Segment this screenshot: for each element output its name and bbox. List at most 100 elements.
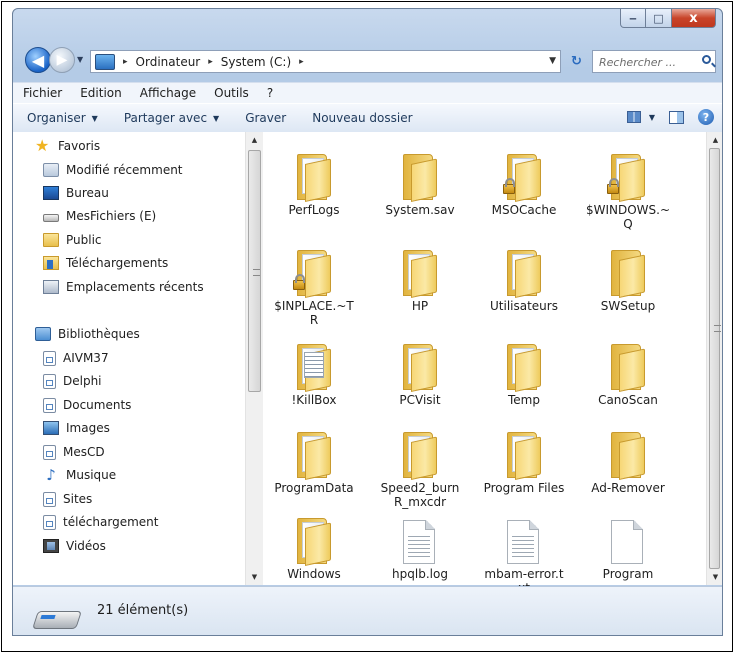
nav-item-library[interactable]: Delphi [43,371,102,391]
drive-icon [43,214,59,222]
library-icon [43,491,56,507]
folder-item[interactable]: $WINDOWS.~Q [585,150,671,234]
item-label: Program [602,567,654,581]
back-button[interactable]: ◀ [25,47,51,73]
change-view-icon[interactable] [626,111,641,123]
nav-libraries-header[interactable]: Bibliothèques [35,324,140,344]
document-sheet [507,520,539,564]
nav-item-library[interactable]: MesCD [43,442,105,462]
share-with-button[interactable]: Partager avec ▼ [124,111,219,125]
nav-item-library[interactable]: Vidéos [43,536,106,556]
recent-changes-icon [43,163,59,177]
item-label: $WINDOWS.~Q [585,203,671,231]
locked-folder-icon [503,154,545,202]
item-label: ProgramData [274,481,354,495]
breadcrumb-separator[interactable]: ▸ [123,57,128,67]
item-label: Windows [287,567,341,581]
search-box[interactable] [592,50,716,73]
nav-scrollbar[interactable]: ▲ ▼ [245,132,263,585]
scroll-down-arrow[interactable]: ▼ [246,569,263,585]
forward-button[interactable]: ▶ [49,47,75,73]
nav-scroll-thumb[interactable] [248,150,261,392]
folder-item[interactable]: Speed2_burnR_mxcdr [377,428,463,512]
breadcrumb-computer[interactable]: Ordinateur [136,55,201,69]
nav-item-mesfichiers[interactable]: MesFichiers (E) [43,206,156,226]
nav-item-label: Images [66,421,110,435]
folder-item[interactable]: Temp [481,340,567,424]
nav-item-library[interactable]: Documents [43,395,131,415]
folder-icon [293,432,335,480]
nav-item-recent-places[interactable]: Emplacements récents [43,277,204,297]
nav-item-library[interactable]: Sites [43,489,92,509]
folder-item[interactable]: System.sav [377,150,463,234]
menu-outils[interactable]: Outils [214,86,249,100]
nav-item-library[interactable]: ♪ Musique [43,465,116,485]
new-folder-button[interactable]: Nouveau dossier [312,111,412,125]
close-button[interactable]: x [672,9,716,28]
nav-item-desktop[interactable]: Bureau [43,183,109,203]
folder-item[interactable]: PCVisit [377,340,463,424]
explorer-window: ‒ □ x ◀ ▶ ▼ ▸ Ordinateur ▸ System (C:) ▸… [12,8,723,636]
refresh-button[interactable]: ↻ [564,50,589,73]
item-label: SWSetup [600,299,656,313]
folder-item[interactable]: MSOCache [481,150,567,234]
folder-icon [399,154,441,202]
folder-item[interactable]: Utilisateurs [481,246,567,330]
file-scroll-thumb[interactable] [709,148,721,569]
nav-favorites-header[interactable]: ★ Favoris [35,136,100,156]
document-icon [304,352,324,378]
nav-item-library[interactable]: téléchargement [43,512,158,532]
scroll-up-arrow[interactable]: ▲ [246,132,263,148]
images-library-icon [43,421,59,435]
menu-help[interactable]: ? [267,86,273,100]
search-icon[interactable] [702,55,711,64]
file-scrollbar[interactable]: ▲ ▼ [706,132,722,585]
nav-item-label: Emplacements récents [66,280,204,294]
menu-affichage[interactable]: Affichage [140,86,196,100]
nav-item-downloads[interactable]: Téléchargements [43,253,168,273]
nav-item-public[interactable]: Public [43,230,102,250]
folder-item[interactable]: Ad-Remover [585,428,671,512]
document-sheet [403,520,435,564]
help-icon[interactable]: ? [698,109,714,125]
folder-icon [43,233,59,247]
menu-fichier[interactable]: Fichier [23,86,62,100]
breadcrumb-system-drive[interactable]: System (C:) [221,55,291,69]
item-label: Ad-Remover [591,481,665,495]
item-count: 21 élément(s) [97,603,189,618]
folder-item[interactable]: Program Files [481,428,567,512]
nav-item-library[interactable]: AIVM37 [43,348,109,368]
preview-pane-icon[interactable] [669,110,684,124]
view-options-dropdown[interactable]: ▼ [649,113,655,122]
nav-item-label: AIVM37 [63,351,109,365]
library-icon [43,350,56,366]
grip-icon [714,325,721,332]
folder-item[interactable]: !KillBox [271,340,357,424]
item-label: PerfLogs [288,203,340,217]
organize-button[interactable]: Organiser ▼ [27,111,98,125]
maximize-button[interactable]: □ [646,9,672,28]
minimize-button[interactable]: ‒ [620,9,646,28]
recent-pages-dropdown[interactable]: ▼ [77,55,83,64]
nav-item-recently-changed[interactable]: Modifié récemment [43,160,183,180]
folder-front [515,254,541,298]
folder-item[interactable]: SWSetup [585,246,671,330]
folder-item[interactable]: PerfLogs [271,150,357,234]
address-history-dropdown[interactable]: ▼ [549,56,556,66]
folder-item[interactable]: CanoScan [585,340,671,424]
folder-item[interactable]: ProgramData [271,428,357,512]
breadcrumb-separator[interactable]: ▸ [299,57,304,67]
folder-item[interactable]: $INPLACE.~TR [271,246,357,330]
address-bar[interactable]: ▸ Ordinateur ▸ System (C:) ▸ ▼ [90,50,561,73]
search-input[interactable] [597,52,697,73]
folder-icon [399,432,441,480]
scroll-up-arrow[interactable]: ▲ [707,132,722,148]
nav-item-library[interactable]: Images [43,418,110,438]
folder-item[interactable]: HP [377,246,463,330]
screenshot-frame: ‒ □ x ◀ ▶ ▼ ▸ Ordinateur ▸ System (C:) ▸… [1,1,733,652]
menu-edition[interactable]: Edition [80,86,122,100]
scroll-down-arrow[interactable]: ▼ [707,569,722,585]
item-label: MSOCache [491,203,557,217]
burn-button[interactable]: Graver [245,111,286,125]
breadcrumb-separator[interactable]: ▸ [208,57,213,67]
